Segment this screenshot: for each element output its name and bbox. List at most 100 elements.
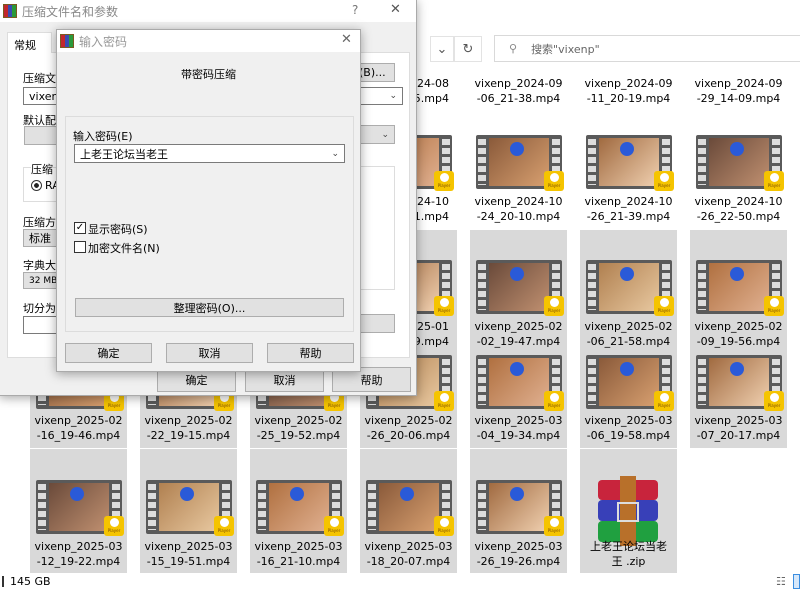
file-item[interactable]: Player vixenp_2025-03 -06_19-58.mp4 (580, 352, 677, 448)
tab-general[interactable]: 常规 (7, 32, 52, 53)
file-item[interactable]: Player vixenp_2025-03 -15_19-51.mp4 (140, 449, 237, 573)
password-input[interactable]: 上老王论坛当老王 ⌄ (74, 144, 345, 163)
file-name-line: -25_19-52.mp4 (256, 429, 341, 442)
file-item[interactable]: Player vixenp_2025-03 -12_19-22.mp4 (30, 449, 127, 573)
encrypt-names-label: 加密文件名(N) (88, 242, 160, 255)
options-group (355, 166, 395, 290)
file-item[interactable]: Player vixenp_2025-03 -16_21-10.mp4 (250, 449, 347, 573)
status-size: 145 GB (10, 575, 51, 588)
file-name-line: 王 .zip (611, 555, 646, 568)
file-name-line: -26_21-39.mp4 (586, 210, 671, 223)
file-name-line: vixenp_2025-03 (364, 540, 453, 553)
encrypt-names-checkbox[interactable] (74, 241, 86, 253)
file-name-line: -07_20-17.mp4 (696, 429, 781, 442)
password-label: 输入密码(E) (73, 130, 133, 143)
file-item[interactable]: Player vixenp_2025-02 -02_19-47.mp4 (470, 230, 567, 352)
file-item[interactable]: Player vixenp_2025-02 -09_19-56.mp4 (690, 230, 787, 352)
file-item-zip[interactable]: 上老王论坛当老王 .zip (580, 449, 677, 573)
chevron-down-icon: ⌄ (331, 148, 339, 159)
dialog-title: 输入密码 (79, 34, 128, 49)
file-name-line: vixenp_2025-02 (584, 320, 673, 333)
update-mode-select[interactable]: ⌄ (355, 125, 395, 144)
video-thumbnail: Player (36, 480, 124, 536)
status-divider (2, 576, 4, 587)
file-item[interactable]: Player vixenp_2025-02 -06_21-58.mp4 (580, 230, 677, 352)
player-badge-icon: Player (764, 171, 784, 191)
file-name-line: vixenp_2025-02 (34, 414, 123, 427)
player-badge-icon: Player (434, 516, 454, 536)
file-name-line: 上老王论坛当老 (590, 540, 667, 553)
video-thumbnail: Player (696, 355, 784, 411)
player-badge-icon: Player (544, 171, 564, 191)
video-thumbnail: Player (476, 135, 564, 191)
video-thumbnail: Player (146, 480, 234, 536)
show-password-checkbox[interactable]: ✓ (74, 222, 86, 234)
file-item[interactable]: vixenp_2024-09 -06_21-38.mp4 (470, 20, 567, 110)
file-name-line: -12_19-22.mp4 (36, 555, 121, 568)
player-badge-icon: Player (764, 296, 784, 316)
player-badge-icon: Player (214, 516, 234, 536)
file-item[interactable]: Player vixenp_2024-10 -24_20-10.mp4 (470, 118, 567, 228)
password-value: 上老王论坛当老王 (80, 147, 168, 161)
video-thumbnail: Player (696, 135, 784, 191)
player-badge-icon: Player (434, 296, 454, 316)
chevron-down-icon: ⌄ (389, 91, 397, 101)
archive-name-label: 压缩文 (23, 72, 56, 85)
file-name-line: vixenp_2025-03 (474, 540, 563, 553)
file-name-line: vixenp_2025-03 (254, 540, 343, 553)
player-badge-icon: Player (654, 171, 674, 191)
password-dialog: 输入密码 ✕ 带密码压缩 输入密码(E) 上老王论坛当老王 ⌄ ✓ 显示密码(S)… (56, 29, 361, 372)
video-thumbnail: Player (586, 260, 674, 316)
file-name-line: -26_22-50.mp4 (696, 210, 781, 223)
file-name-line: -15_19-51.mp4 (146, 555, 231, 568)
rar-radio[interactable] (31, 180, 42, 191)
file-item[interactable]: Player vixenp_2024-10 -26_21-39.mp4 (580, 118, 677, 228)
file-item[interactable]: Player vixenp_2025-03 -07_20-17.mp4 (690, 352, 787, 448)
file-name-line: -04_19-34.mp4 (476, 429, 561, 442)
file-item[interactable]: Player vixenp_2025-03 -04_19-34.mp4 (470, 352, 567, 448)
file-item[interactable]: vixenp_2024-09 -29_14-09.mp4 (690, 20, 787, 110)
file-name-line: vixenp_2025-03 (34, 540, 123, 553)
file-item[interactable]: Player vixenp_2025-03 -26_19-26.mp4 (470, 449, 567, 573)
file-name-line: vixenp_2025-03 (474, 414, 563, 427)
player-badge-icon: Player (544, 391, 564, 411)
title-bar: 压缩文件名和参数 ? ✕ (0, 0, 416, 22)
video-thumbnail: Player (256, 480, 344, 536)
winrar-icon (60, 34, 74, 48)
organize-passwords-button[interactable]: 整理密码(O)... (75, 298, 344, 317)
player-badge-icon: Player (654, 296, 674, 316)
file-name-line: vixenp_2025-03 (694, 414, 783, 427)
title-bar: 输入密码 ✕ (57, 30, 360, 52)
file-item[interactable]: Player vixenp_2024-10 -26_22-50.mp4 (690, 118, 787, 228)
close-icon[interactable]: ✕ (341, 32, 352, 47)
file-name-line: -29_14-09.mp4 (696, 92, 781, 105)
dialog-title: 压缩文件名和参数 (22, 4, 119, 19)
file-name-line: -22_19-15.mp4 (146, 429, 231, 442)
file-name-line: vixenp_2025-02 (474, 320, 563, 333)
video-thumbnail: Player (586, 355, 674, 411)
file-name-line: vixenp_2025-02 (144, 414, 233, 427)
browse-button[interactable]: (B)... (355, 63, 395, 82)
file-name-line: -18_20-07.mp4 (366, 555, 451, 568)
file-name-line: -02_19-47.mp4 (476, 335, 561, 348)
file-item[interactable]: Player vixenp_2025-03 -18_20-07.mp4 (360, 449, 457, 573)
dialog-heading: 带密码压缩 (181, 68, 236, 81)
close-icon[interactable]: ✕ (390, 2, 401, 17)
winrar-archive-icon (598, 476, 658, 546)
method-label: 压缩方 (23, 216, 56, 229)
video-thumbnail: Player (476, 260, 564, 316)
dict-label: 字典大 (23, 259, 56, 272)
cancel-button[interactable]: 取消 (166, 343, 253, 363)
ok-button[interactable]: 确定 (65, 343, 152, 363)
file-item[interactable]: vixenp_2024-09 -11_20-19.mp4 (580, 20, 677, 110)
file-name-line: -26_19-26.mp4 (476, 555, 561, 568)
set-password-button[interactable] (355, 314, 395, 333)
large-icons-view-icon[interactable] (793, 574, 800, 589)
details-view-icon[interactable]: ☷ (776, 575, 786, 588)
file-name-line: -06_19-58.mp4 (586, 429, 671, 442)
file-name-line: vixenp_2025-03 (144, 540, 233, 553)
help-button[interactable]: 帮助 (267, 343, 354, 363)
player-badge-icon: Player (104, 516, 124, 536)
file-name-line: -06_21-38.mp4 (476, 92, 561, 105)
help-icon[interactable]: ? (352, 3, 358, 17)
